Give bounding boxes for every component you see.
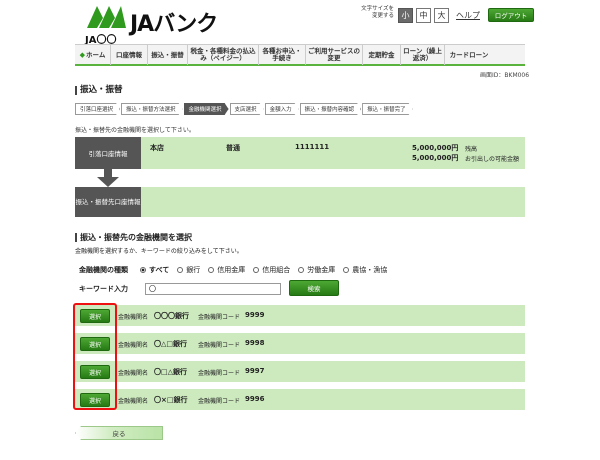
nav-item-applications[interactable]: 各種お申込・手続き: [259, 45, 306, 65]
ja-logo-icon: [87, 6, 126, 28]
screen-id: 画面ID：BKM006: [480, 72, 530, 79]
nav-item-card-loan[interactable]: カードローン: [445, 45, 493, 65]
step-4: 支店選択: [230, 103, 264, 115]
highlight-box: [73, 303, 117, 410]
bank-select-title: 振込・振替先の金融機関を選択: [75, 233, 192, 242]
home-icon: ◆: [79, 50, 86, 59]
bank-4-code-label: 金融機関コード: [198, 398, 241, 405]
keyword-input[interactable]: 〇: [145, 283, 281, 295]
bank-4-name-label: 金融機関名: [118, 398, 149, 405]
step-7: 振込・振替完了: [362, 103, 413, 115]
main-nav: ◆ ホーム 口座情報 振込・振替 税金・各種料金の払込み（ペイジー） 各種お申込…: [75, 44, 525, 66]
radio-shinkumi[interactable]: [253, 267, 260, 273]
destination-account-row: [75, 187, 525, 217]
instruction-text: 振込・振替先の金融機関を選択して下さい。: [75, 127, 195, 134]
logo-text: JAバンク: [130, 12, 218, 37]
bank-1-code: 9999: [245, 311, 265, 319]
step-1: 引落口座選択: [75, 103, 120, 115]
step-2: 振込・振替方法選択: [121, 103, 183, 115]
account-type: 普通: [226, 144, 240, 152]
step-indicator: 引落口座選択 振込・振替方法選択 金融機関選択 支店選択 金額入力 振込・振替内…: [75, 103, 414, 115]
nav-item-payeasy[interactable]: 税金・各種料金の払込み（ペイジー）: [188, 45, 259, 65]
radio-nokyo[interactable]: [343, 267, 350, 273]
radio-rokin[interactable]: [298, 267, 305, 273]
radio-shinkin[interactable]: [208, 267, 215, 273]
radio-bank[interactable]: [177, 267, 184, 273]
bank-1-code-label: 金融機関コード: [198, 314, 241, 321]
bank-2-name: 〇△□銀行: [154, 340, 187, 348]
bank-2-code: 9998: [245, 339, 265, 347]
bank-2-name-label: 金融機関名: [118, 342, 149, 349]
logout-button[interactable]: ログアウト: [488, 8, 534, 22]
font-size-label: 文字サイズを変更する: [361, 6, 394, 19]
destination-account-label: 振込・振替先口座情報: [75, 187, 141, 217]
font-size-medium-button[interactable]: 中: [416, 8, 431, 23]
nav-item-account-info[interactable]: 口座情報: [111, 45, 148, 65]
down-arrow-icon: [97, 169, 119, 187]
bank-3-name: 〇□△銀行: [154, 368, 187, 376]
bank-1-name-label: 金融機関名: [118, 314, 149, 321]
step-5: 金額入力: [265, 103, 299, 115]
nav-item-time-deposit[interactable]: 定期貯金: [363, 45, 401, 65]
withdrawable-label: お引出しの可能金額: [465, 156, 520, 163]
search-button[interactable]: 検索: [289, 280, 339, 296]
withdrawable-amount: 5,000,000円: [412, 154, 459, 162]
bank-4-code: 9996: [245, 395, 265, 403]
nav-item-transfer[interactable]: 振込・振替: [148, 45, 188, 65]
nav-item-service-change[interactable]: ご利用サービスの変更: [306, 45, 363, 65]
keyword-label: キーワード入力: [79, 285, 128, 293]
account-balance: 5,000,000円: [412, 144, 459, 152]
step-3-current: 金融機関選択: [184, 103, 229, 115]
page-title: 振込・振替: [75, 86, 123, 95]
account-branch: 本店: [150, 144, 164, 152]
nav-item-home[interactable]: ◆ ホーム: [75, 45, 111, 65]
bank-3-name-label: 金融機関名: [118, 370, 149, 377]
bank-4-name: 〇×□銀行: [154, 396, 188, 404]
account-number: 1111111: [295, 143, 330, 151]
bank-type-options: すべて 銀行 信用金庫 信用組合 労働金庫 農協・漁協: [140, 265, 387, 275]
balance-label: 残高: [465, 146, 478, 153]
font-size-small-button[interactable]: 小: [398, 8, 413, 23]
bank-3-code: 9997: [245, 367, 265, 375]
bank-2-code-label: 金融機関コード: [198, 342, 241, 349]
nav-item-loan[interactable]: ローン（繰上返済）: [401, 45, 445, 65]
radio-all[interactable]: [140, 267, 146, 273]
source-account-label: 引落口座情報: [75, 137, 141, 169]
help-link[interactable]: ヘルプ: [456, 10, 480, 21]
font-size-large-button[interactable]: 大: [434, 8, 449, 23]
back-button[interactable]: 戻る: [75, 426, 163, 440]
bank-select-description: 金融機関を選択するか、キーワードの絞り込みをして下さい。: [75, 248, 243, 255]
step-6: 振込・振替内容確認: [300, 103, 362, 115]
bank-3-code-label: 金融機関コード: [198, 370, 241, 377]
bank-type-label: 金融機関の種類: [79, 266, 128, 274]
bank-1-name: 〇〇〇銀行: [154, 312, 189, 320]
